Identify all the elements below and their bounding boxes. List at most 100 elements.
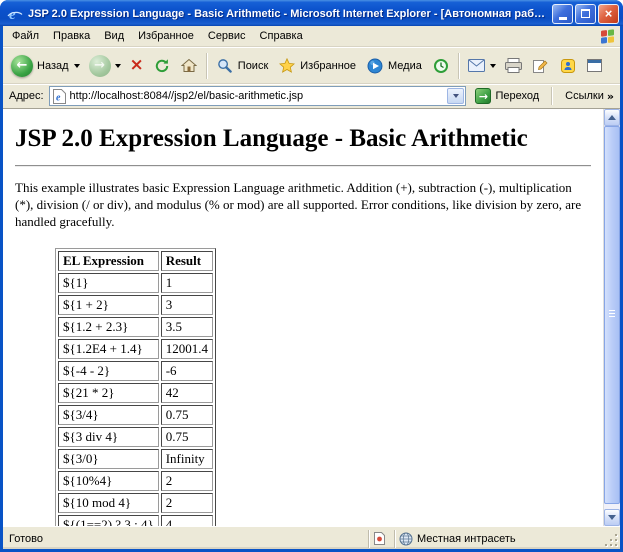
- messenger-icon: [559, 57, 577, 75]
- el-expression-cell: ${3/4}: [58, 405, 159, 425]
- search-label: Поиск: [238, 60, 269, 72]
- edit-button[interactable]: [528, 54, 554, 78]
- scroll-thumb[interactable]: [604, 126, 620, 504]
- menu-item-help[interactable]: Справка: [253, 27, 310, 45]
- address-combo[interactable]: e: [49, 86, 467, 106]
- table-row: ${1 + 2} 3: [58, 295, 213, 315]
- address-dropdown-button[interactable]: [447, 88, 464, 104]
- print-button[interactable]: [501, 54, 527, 78]
- result-cell: Infinity: [161, 449, 213, 469]
- maximize-button[interactable]: [575, 4, 596, 24]
- result-cell: 0.75: [161, 427, 213, 447]
- back-icon: ←: [11, 55, 33, 77]
- security-zone-pane: Местная интрасеть: [394, 530, 602, 548]
- status-text-pane: Готово: [9, 530, 368, 548]
- navigation-toolbar: ← Назад → ×: [3, 47, 620, 84]
- result-cell: 42: [161, 383, 213, 403]
- el-expression-cell: ${21 * 2}: [58, 383, 159, 403]
- el-expression-cell: ${1 + 2}: [58, 295, 159, 315]
- forward-dropdown-icon[interactable]: [115, 64, 121, 71]
- close-button[interactable]: ×: [598, 4, 619, 24]
- forward-button[interactable]: →: [85, 52, 125, 80]
- table-row: ${10%4} 2: [58, 471, 213, 491]
- vertical-scrollbar[interactable]: [603, 109, 620, 526]
- table-row: ${3/0} Infinity: [58, 449, 213, 469]
- result-cell: 3: [161, 295, 213, 315]
- result-cell: 3.5: [161, 317, 213, 337]
- result-cell: 4: [161, 515, 213, 526]
- discuss-button[interactable]: [582, 54, 608, 78]
- window-title: JSP 2.0 Expression Language - Basic Arit…: [28, 8, 548, 20]
- table-header-row: EL Expression Result: [58, 251, 213, 271]
- address-input[interactable]: [70, 88, 445, 104]
- ie-logo-icon: e: [6, 5, 24, 23]
- minimize-button[interactable]: [552, 4, 573, 24]
- el-expression-header: EL Expression: [58, 251, 159, 271]
- result-cell: 2: [161, 471, 213, 491]
- media-label: Медиа: [388, 60, 423, 72]
- links-chevron-icon: »: [607, 90, 614, 103]
- home-button[interactable]: [176, 54, 202, 78]
- result-header: Result: [161, 251, 213, 271]
- browser-window: e JSP 2.0 Expression Language - Basic Ar…: [0, 0, 623, 552]
- chevron-down-icon: [453, 94, 459, 101]
- el-expression-cell: ${(1==2) ? 3 : 4}: [58, 515, 159, 526]
- scroll-down-button[interactable]: [604, 509, 620, 526]
- menu-item-edit[interactable]: Правка: [46, 27, 97, 45]
- intro-paragraph: This example illustrates basic Expressio…: [15, 179, 591, 230]
- result-cell: -6: [161, 361, 213, 381]
- back-label: Назад: [37, 60, 70, 72]
- refresh-button[interactable]: [149, 54, 175, 78]
- go-label: Переход: [495, 90, 539, 102]
- menu-item-view[interactable]: Вид: [97, 27, 131, 45]
- messenger-button[interactable]: [555, 54, 581, 78]
- favorites-star-icon: [278, 57, 296, 75]
- table-row: ${1} 1: [58, 273, 213, 293]
- menu-item-favorites[interactable]: Избранное: [131, 27, 201, 45]
- close-icon: ×: [605, 7, 613, 20]
- scroll-track[interactable]: [604, 126, 620, 509]
- menu-bar: Файл Правка Вид Избранное Сервис Справка: [3, 26, 620, 47]
- table-row: ${1.2E4 + 1.4} 12001.4: [58, 339, 213, 359]
- status-page-icon: [373, 532, 385, 546]
- favorites-button[interactable]: Избранное: [274, 54, 361, 78]
- page-content: JSP 2.0 Expression Language - Basic Arit…: [3, 109, 603, 526]
- go-arrow-icon: →: [475, 88, 491, 104]
- menu-item-file[interactable]: Файл: [5, 27, 46, 45]
- mail-button[interactable]: [464, 54, 500, 78]
- el-expression-cell: ${3/0}: [58, 449, 159, 469]
- search-icon: [216, 57, 234, 75]
- el-expression-cell: ${-4 - 2}: [58, 361, 159, 381]
- windows-flag-throbber-icon: [601, 29, 614, 43]
- scroll-up-arrow-icon: [608, 111, 616, 120]
- links-toolbar[interactable]: Ссылки »: [561, 90, 616, 103]
- page-icon: e: [53, 89, 67, 104]
- discuss-icon: [586, 57, 604, 75]
- status-icon-pane: [368, 530, 394, 548]
- history-button[interactable]: [428, 54, 454, 78]
- search-button[interactable]: Поиск: [212, 54, 273, 78]
- addressbar-separator: [551, 87, 553, 105]
- stop-button[interactable]: ×: [126, 54, 148, 77]
- el-expression-cell: ${10%4}: [58, 471, 159, 491]
- mail-icon: [468, 57, 486, 75]
- favorites-label: Избранное: [300, 60, 357, 72]
- links-label: Ссылки: [565, 90, 604, 102]
- media-button[interactable]: Медиа: [362, 54, 427, 78]
- back-dropdown-icon[interactable]: [74, 64, 80, 71]
- mail-dropdown-icon[interactable]: [490, 64, 496, 71]
- table-row: ${3 div 4} 0.75: [58, 427, 213, 447]
- menu-item-tools[interactable]: Сервис: [201, 27, 253, 45]
- table-row: ${10 mod 4} 2: [58, 493, 213, 513]
- table-row: ${(1==2) ? 3 : 4} 4: [58, 515, 213, 526]
- status-bar: Готово: [3, 526, 620, 549]
- scroll-up-button[interactable]: [604, 109, 620, 126]
- toolbar-separator: [458, 53, 460, 79]
- back-button[interactable]: ← Назад: [7, 52, 84, 80]
- go-button[interactable]: → Переход: [471, 86, 543, 106]
- forward-icon: →: [89, 55, 111, 77]
- resize-grip[interactable]: [604, 531, 618, 547]
- zone-label: Местная интрасеть: [417, 533, 516, 545]
- result-cell: 0.75: [161, 405, 213, 425]
- result-cell: 2: [161, 493, 213, 513]
